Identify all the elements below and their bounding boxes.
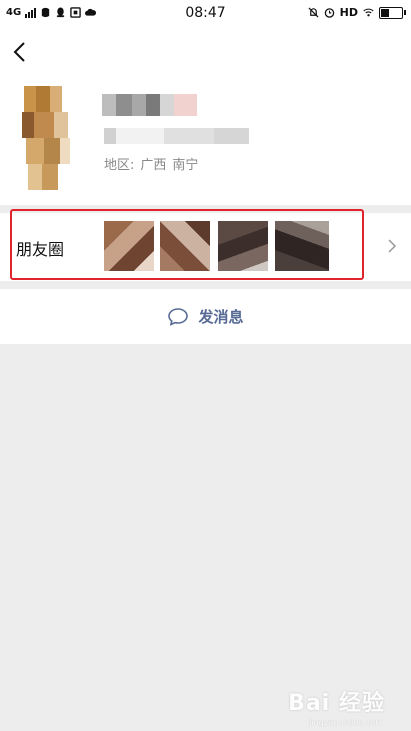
region-info: 地区: 广西 南宁: [104, 154, 204, 173]
region-label: 地区:: [104, 158, 135, 173]
status-bar: 4G 08:47 HD: [0, 0, 411, 28]
region-province: 广西: [140, 158, 167, 173]
nickname-redacted: [102, 94, 197, 116]
send-message-button[interactable]: 发消息: [0, 289, 411, 344]
battery-icon: [379, 6, 406, 19]
mute-bell-icon: [308, 7, 319, 18]
alarm-icon: [324, 8, 334, 18]
send-message-label: 发消息: [198, 308, 244, 326]
chevron-right-icon: [388, 239, 397, 253]
hd-indicator: HD: [339, 6, 358, 19]
baidu-watermark: Bai 经验: [288, 691, 385, 716]
profile-header: 地区: 广西 南宁: [0, 28, 411, 205]
back-arrow-icon[interactable]: [10, 40, 30, 64]
chat-bubble-icon: [168, 307, 189, 326]
wechat-id-redacted: [104, 128, 249, 144]
region-city: 南宁: [172, 158, 199, 173]
avatar[interactable]: [14, 86, 74, 190]
watermark-url: jingyan.baidu.com: [309, 718, 383, 727]
highlight-box: [10, 209, 364, 280]
wifi-icon: [363, 8, 374, 17]
